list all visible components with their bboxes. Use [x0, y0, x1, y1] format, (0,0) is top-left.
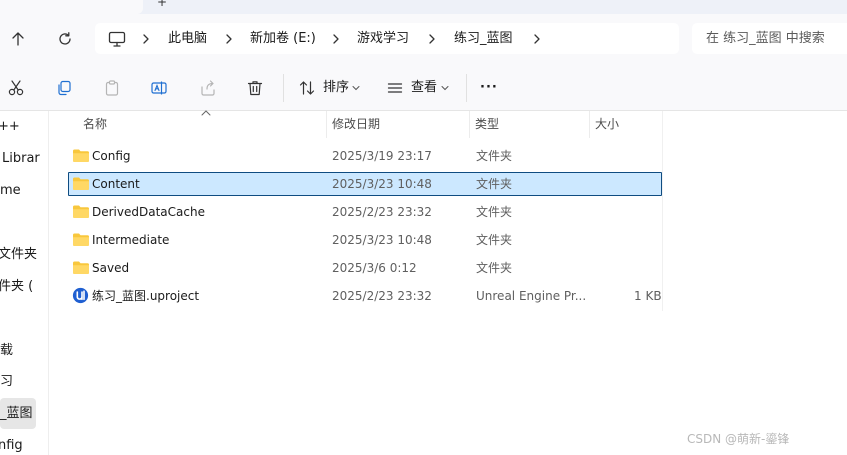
chevron-down-icon[interactable]: [352, 85, 360, 91]
file-row-intermediate[interactable]: Intermediate 2025/3/23 10:48 文件夹: [68, 228, 662, 252]
sidebar-item-current[interactable]: _蓝图: [0, 398, 36, 429]
sort-icon: [299, 81, 315, 95]
copy-icon: [58, 80, 71, 96]
chevron-right-icon[interactable]: [329, 32, 343, 46]
file-row-deriveddatacache[interactable]: DerivedDataCache 2025/2/23 23:32 文件夹: [68, 200, 662, 224]
file-modified: 2025/3/6 0:12: [332, 261, 417, 275]
share-icon: [201, 80, 215, 96]
breadcrumb-game-study[interactable]: 游戏学习: [357, 23, 409, 54]
folder-icon: [73, 261, 89, 274]
search-box[interactable]: 在 练习_蓝图 中搜索: [692, 23, 847, 54]
file-type: Unreal Engine Pr...: [476, 289, 586, 303]
chevron-right-icon[interactable]: [425, 32, 439, 46]
file-type: 文件夹: [476, 149, 513, 163]
paste-button[interactable]: [101, 77, 123, 99]
address-bar[interactable]: 此电脑 新加卷 (E:) 游戏学习 练习_蓝图: [95, 23, 679, 54]
new-tab-button[interactable]: +: [155, 0, 169, 8]
sidebar-item[interactable]: 文件夹: [0, 239, 37, 270]
sort-button-label[interactable]: 排序: [323, 64, 349, 111]
folder-icon: [73, 233, 89, 246]
file-modified: 2025/3/23 10:48: [332, 233, 432, 247]
file-name: DerivedDataCache: [92, 205, 205, 219]
up-button[interactable]: [5, 26, 31, 52]
active-tab[interactable]: [0, 0, 143, 14]
chevron-right-icon[interactable]: [139, 32, 153, 46]
file-modified: 2025/3/19 23:17: [332, 149, 432, 163]
file-type: 文件夹: [476, 205, 513, 219]
scissors-icon: [8, 80, 24, 96]
copy-button[interactable]: [53, 77, 75, 99]
tab-strip: +: [0, 0, 847, 14]
breadcrumb-drive-e[interactable]: 新加卷 (E:): [250, 23, 316, 54]
search-placeholder: 在 练习_蓝图 中搜索: [706, 31, 825, 46]
file-name: Config: [92, 149, 131, 163]
content-area: ++ Librar me 文件夹 件夹 ( 载 习 _蓝图 nfig 名称 修改…: [0, 110, 847, 455]
column-divider[interactable]: [326, 111, 327, 138]
file-name: 练习_蓝图.uproject: [92, 289, 200, 303]
this-pc-icon: [108, 31, 126, 47]
view-icon-wrap[interactable]: [384, 77, 406, 99]
watermark-text: CSDN @萌新-鎏锋: [687, 432, 790, 446]
trash-icon: [247, 81, 263, 96]
refresh-icon: [59, 32, 71, 45]
column-header-name[interactable]: 名称: [83, 111, 107, 138]
column-header-type[interactable]: 类型: [475, 111, 499, 138]
column-headers: 名称 修改日期 类型 大小: [49, 110, 847, 138]
file-row-saved[interactable]: Saved 2025/3/6 0:12 文件夹: [68, 256, 662, 280]
file-modified: 2025/2/23 23:32: [332, 289, 432, 303]
file-explorer-window: + 此电脑 新加卷 (E:) 游戏学习 练习_蓝图 在 练习_蓝图 中搜索 排序…: [0, 0, 847, 455]
file-name: Intermediate: [92, 233, 170, 247]
sidebar-item[interactable]: me: [0, 175, 21, 206]
chevron-right-icon[interactable]: [530, 32, 544, 46]
column-header-size[interactable]: 大小: [595, 111, 619, 138]
sort-ascending-icon: [201, 110, 211, 116]
share-button[interactable]: [197, 77, 219, 99]
navigation-pane: ++ Librar me 文件夹 件夹 ( 载 习 _蓝图 nfig: [0, 111, 49, 455]
breadcrumb-this-pc[interactable]: 此电脑: [168, 23, 207, 54]
rename-icon: [151, 81, 167, 95]
file-name: Content: [92, 177, 140, 191]
folder-icon: [73, 149, 89, 162]
delete-button[interactable]: [244, 77, 266, 99]
sidebar-item[interactable]: Librar: [2, 143, 40, 174]
folder-icon: [73, 177, 89, 190]
file-type: 文件夹: [476, 261, 513, 275]
column-divider[interactable]: [589, 111, 590, 138]
file-size: 1 KB: [634, 289, 662, 303]
view-button-label[interactable]: 查看: [411, 64, 437, 111]
folder-icon: [73, 205, 89, 218]
rename-button[interactable]: [148, 77, 170, 99]
arrow-up-icon: [12, 32, 24, 46]
sort-icon-wrap[interactable]: [296, 77, 318, 99]
list-right-edge: [662, 111, 663, 311]
file-type: 文件夹: [476, 177, 513, 191]
file-name: Saved: [92, 261, 130, 275]
refresh-button[interactable]: [52, 26, 78, 52]
column-divider[interactable]: [469, 111, 470, 138]
breadcrumb-current-folder[interactable]: 练习_蓝图: [454, 23, 513, 54]
chevron-down-icon[interactable]: [441, 85, 449, 91]
sidebar-item[interactable]: ++: [0, 111, 20, 142]
more-options-button[interactable]: ···: [480, 64, 498, 111]
file-row-content-selected[interactable]: Content 2025/3/23 10:48 文件夹: [68, 172, 662, 196]
column-header-modified[interactable]: 修改日期: [332, 111, 380, 138]
file-row-config[interactable]: Config 2025/3/19 23:17 文件夹: [68, 144, 662, 168]
unreal-engine-icon: [72, 287, 89, 304]
cut-button[interactable]: [5, 77, 27, 99]
file-row-uproject[interactable]: 练习_蓝图.uproject 2025/2/23 23:32 Unreal En…: [68, 284, 662, 308]
sidebar-item[interactable]: nfig: [0, 430, 23, 455]
sidebar-item[interactable]: 件夹 (: [0, 271, 33, 302]
toolbar-divider: [466, 74, 467, 102]
sidebar-item[interactable]: 习: [0, 366, 13, 397]
list-view-icon: [387, 83, 403, 93]
command-bar: 排序 查看 ···: [0, 64, 847, 111]
file-modified: 2025/3/23 10:48: [332, 177, 432, 191]
chevron-right-icon[interactable]: [222, 32, 236, 46]
sidebar-item[interactable]: 载: [0, 335, 13, 366]
file-type: 文件夹: [476, 233, 513, 247]
toolbar-divider: [283, 74, 284, 102]
navigation-bar: 此电脑 新加卷 (E:) 游戏学习 练习_蓝图 在 练习_蓝图 中搜索: [0, 14, 847, 64]
clipboard-icon: [105, 80, 119, 96]
file-modified: 2025/2/23 23:32: [332, 205, 432, 219]
